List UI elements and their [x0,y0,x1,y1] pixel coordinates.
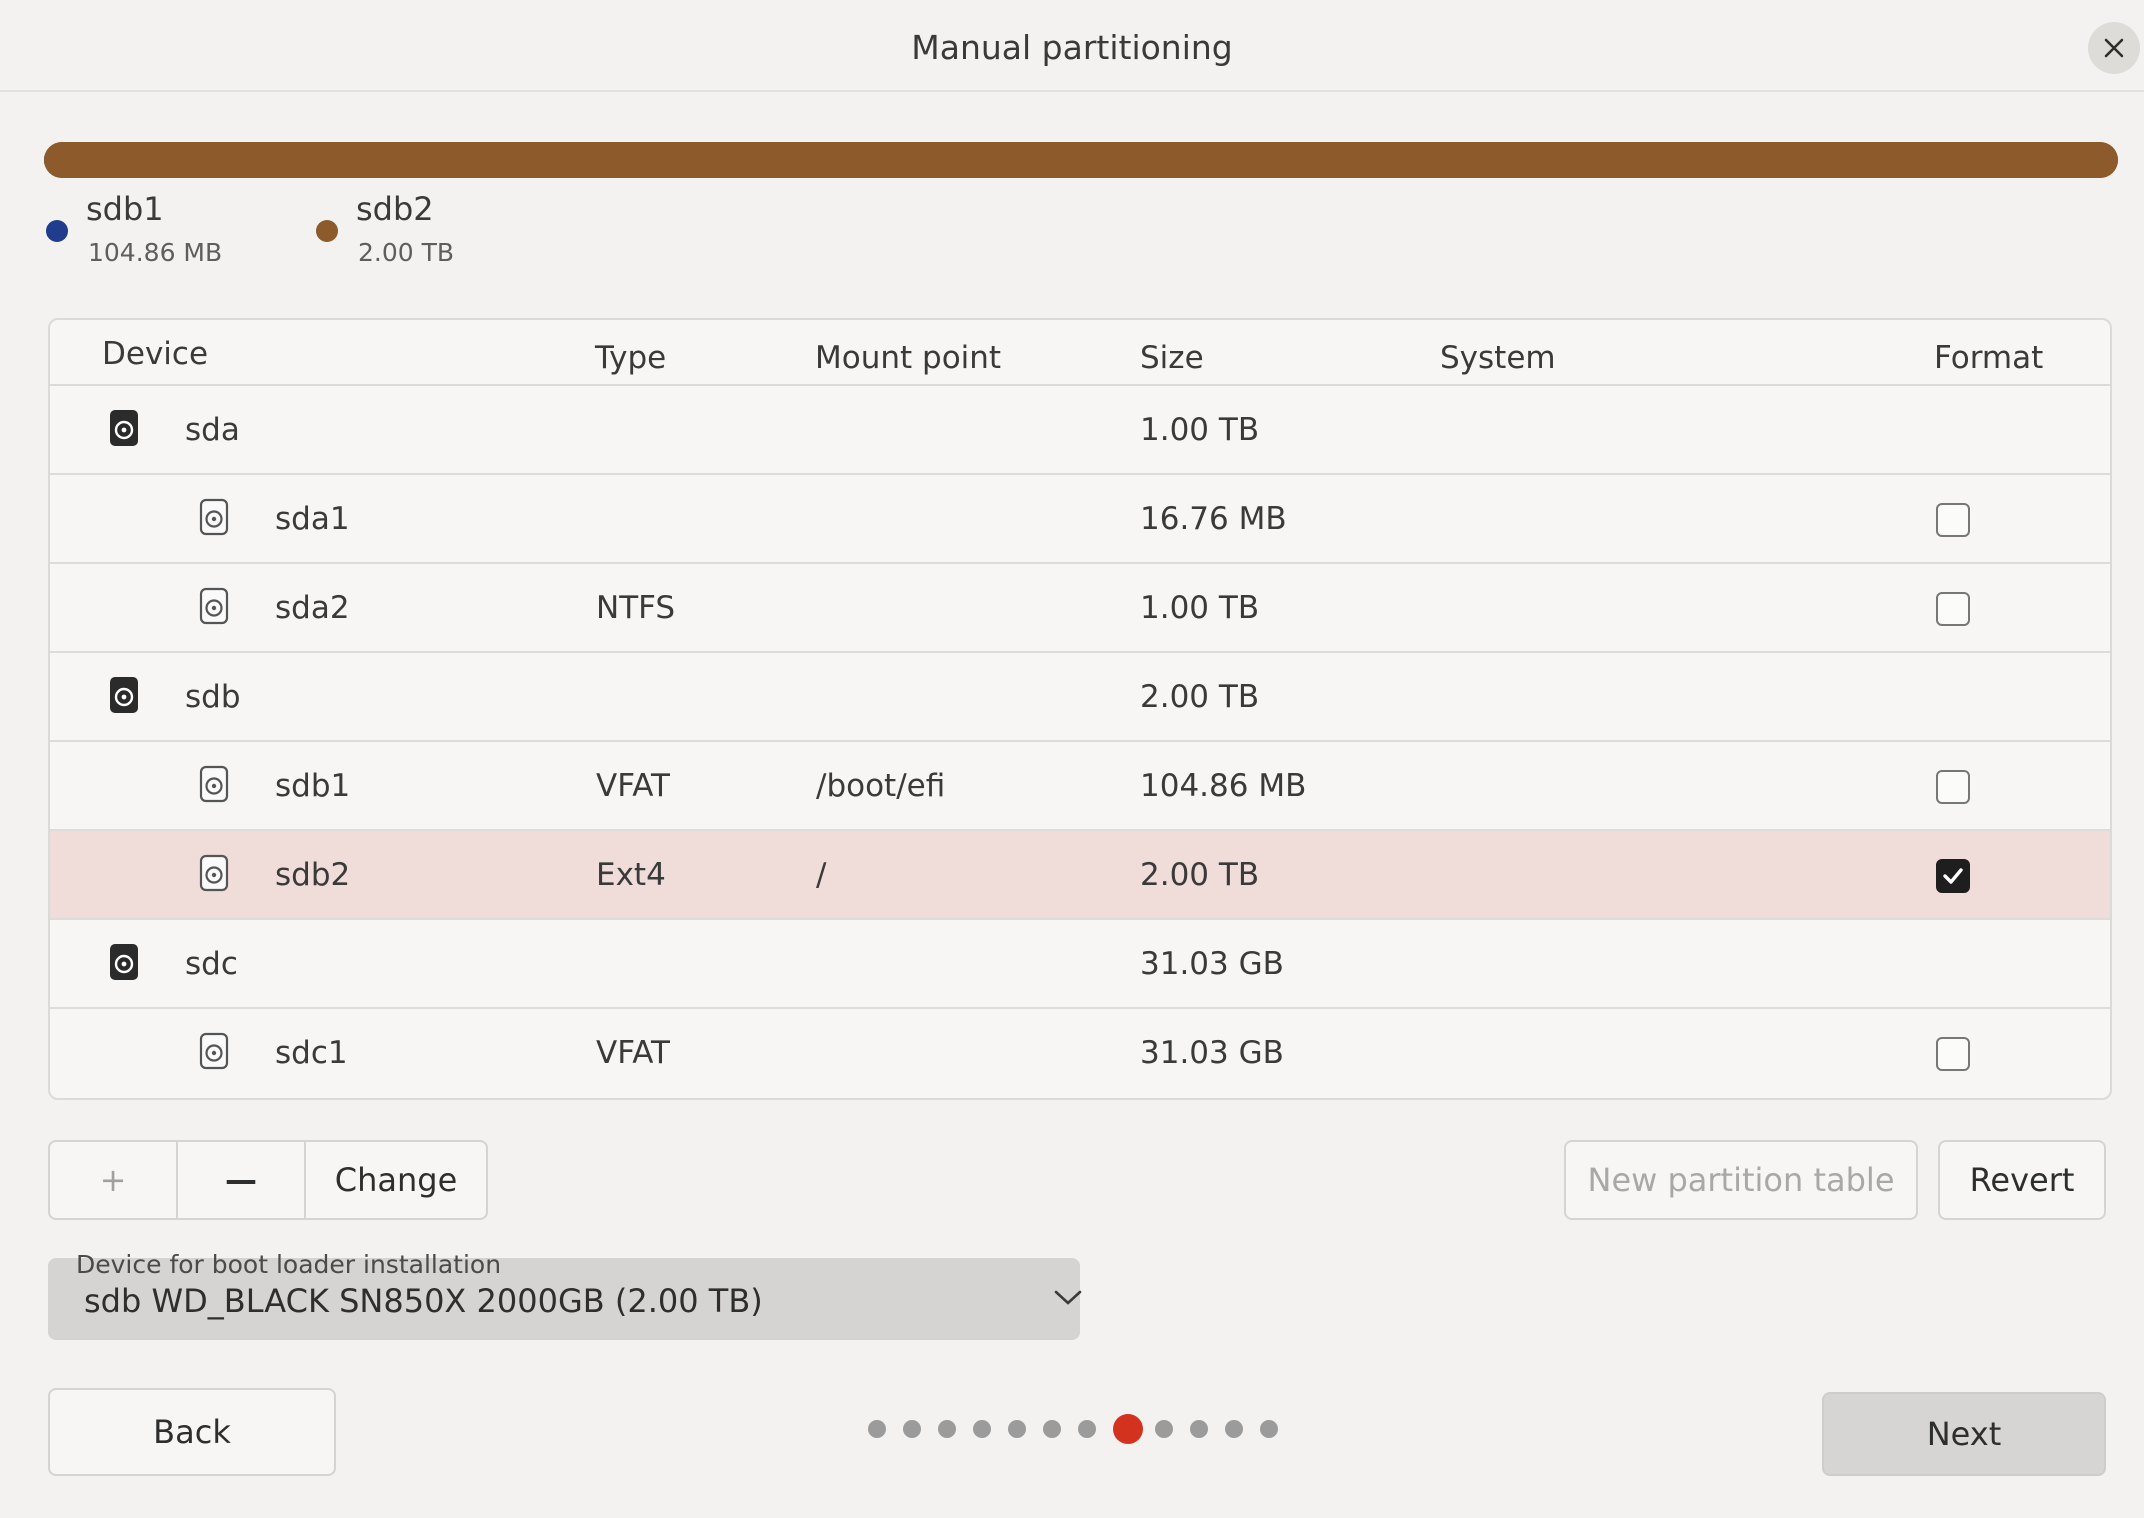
page-dot [1078,1420,1096,1438]
legend-size: 2.00 TB [358,238,455,267]
device-name: sdb2 [275,857,351,893]
legend-name: sdb1 [86,190,164,228]
revert-button[interactable]: Revert [1938,1140,2106,1220]
partition-edit-buttons: + — Change [48,1140,488,1220]
device-name: sda [185,412,240,448]
page-dot [1225,1420,1243,1438]
page-dot [938,1420,956,1438]
partition-icon [198,764,230,804]
partition-size: 104.86 MB [1140,768,1307,804]
device-name: sdb1 [275,768,351,804]
format-checkbox[interactable] [1936,859,1970,893]
checkmark-icon [1943,868,1963,884]
partition-size: 31.03 GB [1140,946,1284,982]
partition-size: 1.00 TB [1140,590,1260,626]
drive-icon [108,675,140,715]
page-dot [1008,1420,1026,1438]
table-row[interactable]: sdb1 VFAT/boot/efi 104.86 MB [50,742,2110,831]
format-checkbox[interactable] [1936,503,1970,537]
partition-size: 2.00 TB [1140,679,1260,715]
partition-icon [198,853,230,893]
drive-icon [108,408,140,448]
new-partition-table-button[interactable]: New partition table [1564,1140,1918,1220]
column-header-device[interactable]: Device [102,336,208,372]
change-partition-button[interactable]: Change [306,1142,486,1218]
page-dot [1190,1420,1208,1438]
table-row[interactable]: sda 1.00 TB [50,386,2110,475]
device-name: sdc [185,946,238,982]
device-name: sdc1 [275,1035,348,1071]
partition-icon [198,1031,230,1071]
close-button[interactable] [2088,22,2140,74]
partition-type: VFAT [596,1035,670,1071]
page-dot-active [1113,1414,1143,1444]
drive-icon [108,942,140,982]
partition-size: 1.00 TB [1140,412,1260,448]
add-partition-button[interactable]: + [50,1142,178,1218]
page-dot [1260,1420,1278,1438]
legend-color-dot [316,220,338,242]
usage-segment-sdb2 [44,142,2118,178]
partition-type: Ext4 [596,857,666,893]
page-dot [973,1420,991,1438]
column-header-mount-point[interactable]: Mount point [815,340,1001,376]
chevron-down-icon [1054,1290,1082,1305]
partition-icon [198,586,230,626]
title-bar: Manual partitioning [0,0,2144,92]
format-checkbox[interactable] [1936,1037,1970,1071]
window-title: Manual partitioning [911,28,1233,67]
device-name: sdb [185,679,241,715]
device-name: sda2 [275,590,350,626]
partition-type: NTFS [596,590,676,626]
table-row[interactable]: sdb2 Ext4 / 2.00 TB [50,831,2110,920]
bootloader-label: Device for boot loader installation [76,1250,502,1279]
disk-usage-bar [44,142,2118,178]
column-header-system[interactable]: System [1440,340,1556,376]
mount-point: / [816,857,827,893]
next-button[interactable]: Next [1822,1392,2106,1476]
legend-color-dot [46,220,68,242]
mount-point: /boot/efi [816,768,946,804]
partition-type: VFAT [596,768,670,804]
page-dot [868,1420,886,1438]
legend-name: sdb2 [356,190,434,228]
format-checkbox[interactable] [1936,770,1970,804]
column-header-size[interactable]: Size [1140,340,1204,376]
page-dot [1043,1420,1061,1438]
column-header-type[interactable]: Type [595,340,666,376]
table-row[interactable]: sda1 16.76 MB [50,475,2110,564]
table-row[interactable]: sdc 31.03 GB [50,920,2110,1009]
page-dot [903,1420,921,1438]
close-icon [2104,38,2124,58]
bootloader-device-value: sdb WD_BLACK SN850X 2000GB (2.00 TB) [84,1282,763,1320]
partition-size: 16.76 MB [1140,501,1287,537]
table-row[interactable]: sdc1 VFAT 31.03 GB [50,1009,2110,1098]
column-header-format[interactable]: Format [1934,340,2043,376]
table-header: Device Type Mount point Size System Form… [50,320,2110,386]
legend-size: 104.86 MB [88,238,223,267]
partition-icon [198,497,230,537]
table-row[interactable]: sdb 2.00 TB [50,653,2110,742]
remove-partition-button[interactable]: — [178,1142,306,1218]
page-dot [1155,1420,1173,1438]
partition-size: 2.00 TB [1140,857,1260,893]
partition-table: Device Type Mount point Size System Form… [48,318,2112,1100]
format-checkbox[interactable] [1936,592,1970,626]
table-row[interactable]: sda2 NTFS 1.00 TB [50,564,2110,653]
partition-size: 31.03 GB [1140,1035,1284,1071]
back-button[interactable]: Back [48,1388,336,1476]
device-name: sda1 [275,501,350,537]
